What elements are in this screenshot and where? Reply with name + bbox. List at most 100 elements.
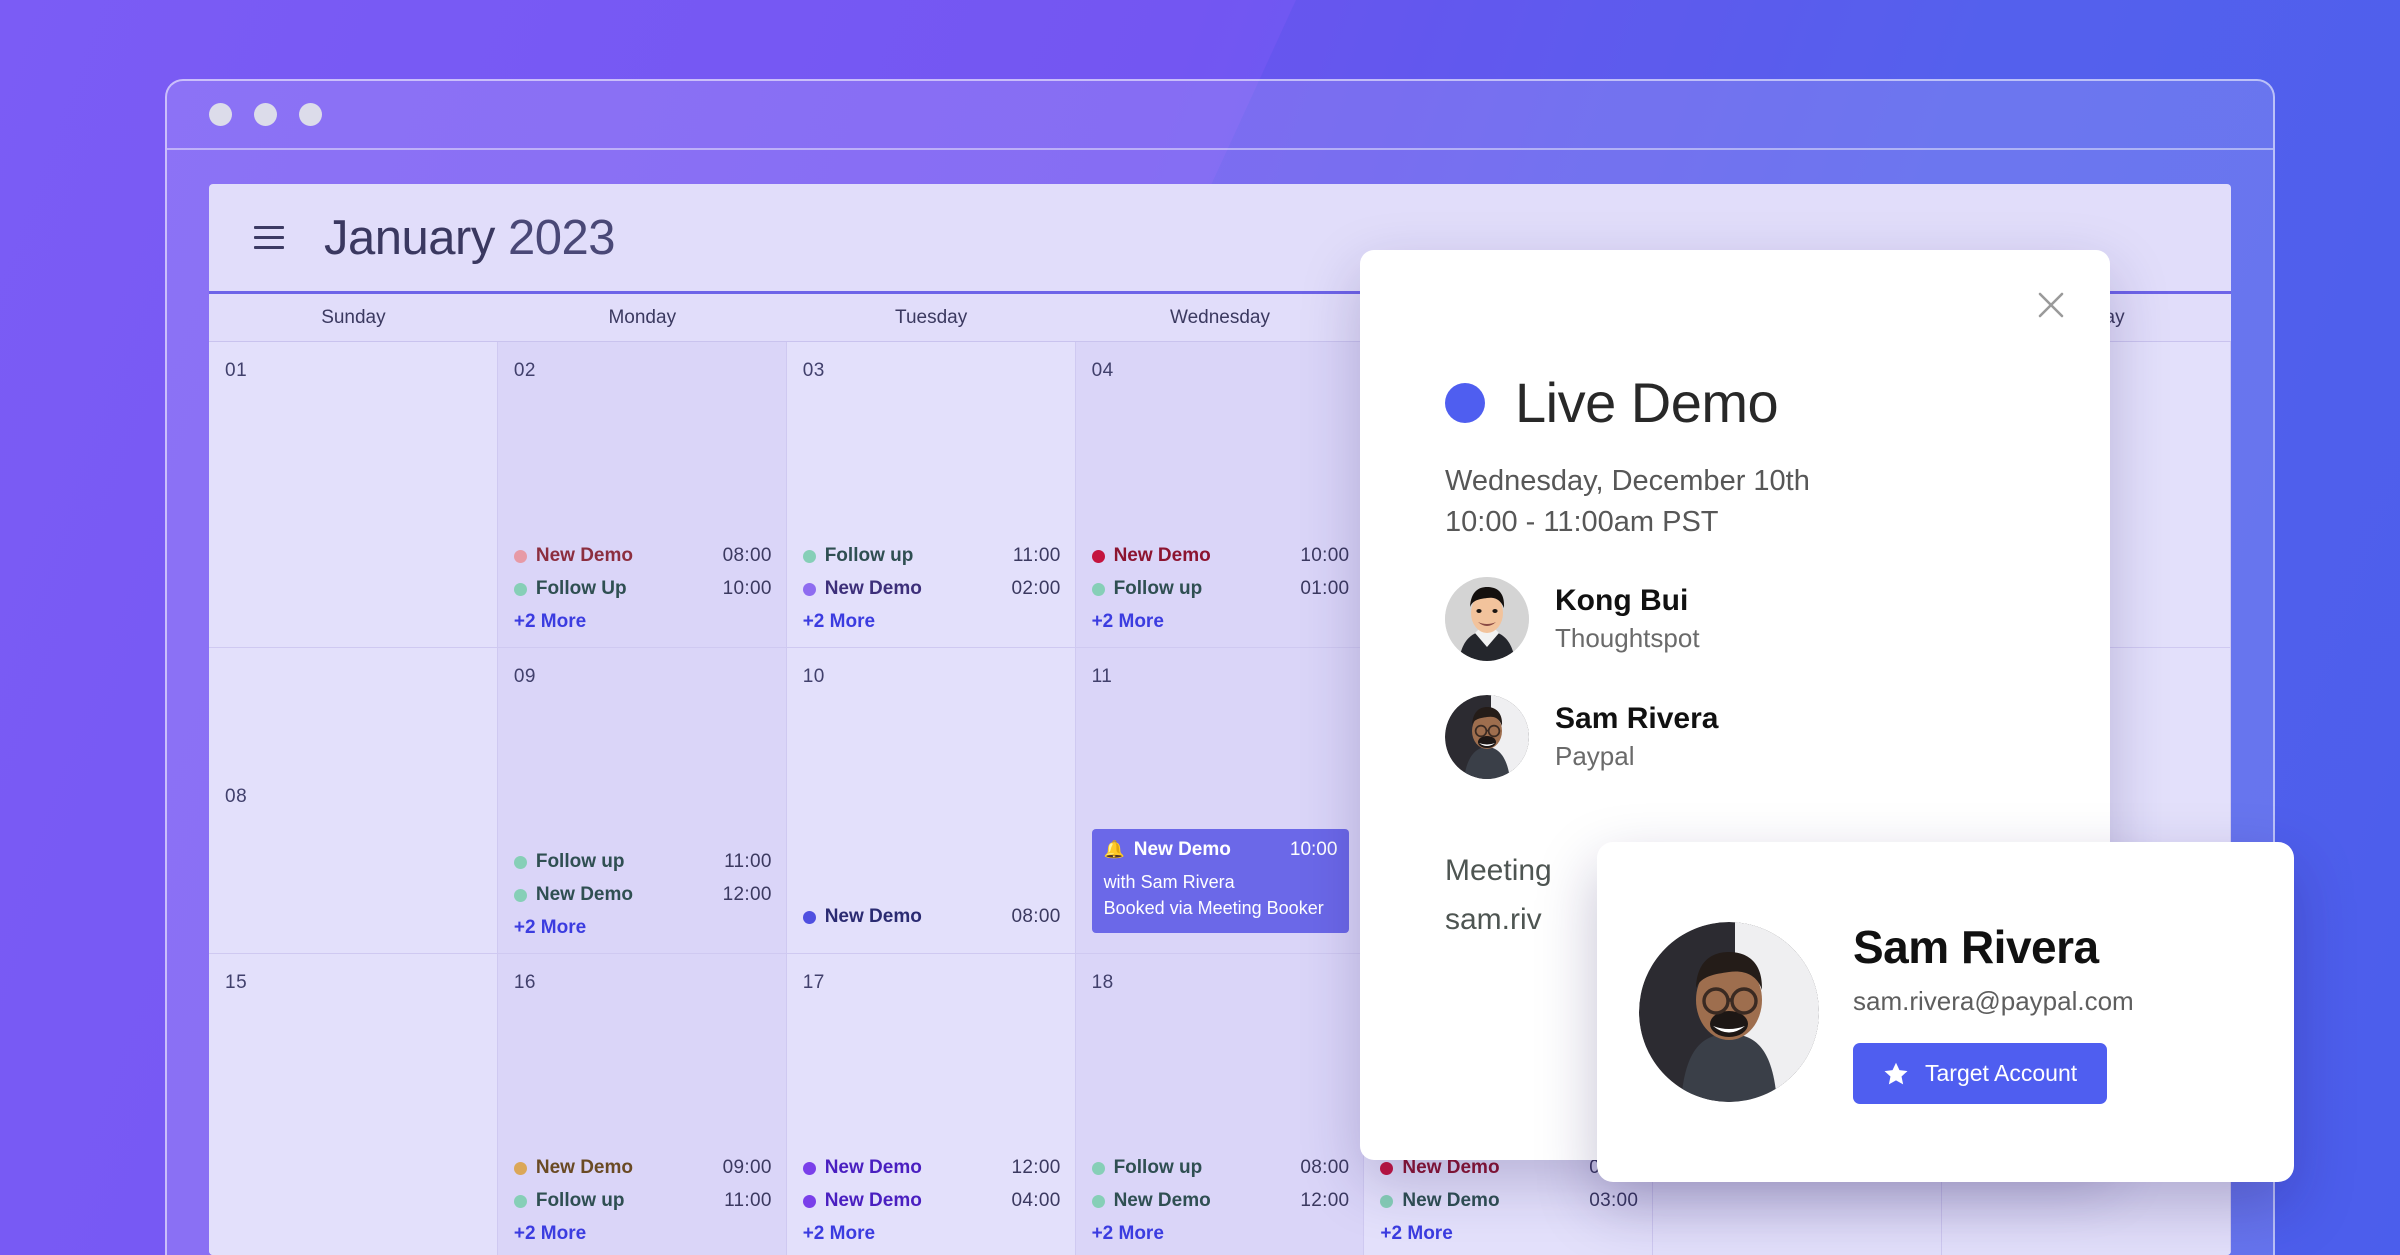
- calendar-day-cell[interactable]: 01: [209, 342, 498, 648]
- calendar-day-cell[interactable]: 08: [209, 648, 498, 954]
- calendar-event-list: Follow up 11:00 New Demo 12:00 +2 More: [513, 851, 772, 939]
- event-label: New Demo: [1402, 1157, 1500, 1178]
- calendar-day-number: 01: [225, 360, 248, 381]
- event-subtitle-1: with Sam Rivera: [1103, 871, 1235, 892]
- event-label: New Demo: [1133, 838, 1231, 860]
- calendar-day-cell[interactable]: 16 New Demo 09:00 Follow up 11:00 +2 More: [497, 954, 787, 1255]
- event-subtitle-2: Booked via Meeting Booker: [1103, 897, 1324, 918]
- calendar-event[interactable]: New Demo 12:00: [802, 1157, 1061, 1179]
- calendar-event[interactable]: Follow up 11:00: [802, 545, 1061, 567]
- event-color-dot-icon: [802, 1161, 816, 1175]
- calendar-event-list: Follow up 08:00 New Demo 12:00 +2 More: [1091, 1157, 1350, 1245]
- calendar-event[interactable]: New Demo 10:00: [1091, 545, 1350, 567]
- contact-email: sam.rivera@paypal.com: [1853, 986, 2134, 1016]
- event-label: New Demo: [824, 906, 922, 927]
- event-time: 04:00: [1011, 1190, 1061, 1211]
- calendar-day-cell[interactable]: 10 New Demo 08:00: [786, 648, 1076, 954]
- event-color-dot-icon: [1091, 1194, 1105, 1208]
- target-account-button-label: Target Account: [1925, 1060, 2078, 1086]
- target-account-button[interactable]: Target Account: [1853, 1043, 2108, 1104]
- calendar-more-events-link[interactable]: +2 More: [803, 611, 1061, 633]
- calendar-more-events-link[interactable]: +2 More: [514, 917, 772, 939]
- calendar-event[interactable]: New Demo 12:00: [513, 884, 772, 906]
- window-dot-close[interactable]: [209, 103, 232, 126]
- event-time: 08:00: [1011, 906, 1061, 927]
- event-time: 12:00: [1300, 1190, 1350, 1211]
- calendar-year-label: 2023: [507, 210, 616, 265]
- calendar-day-cell[interactable]: 03 Follow up 11:00 New Demo 02:00 +2 More: [786, 342, 1076, 648]
- close-icon[interactable]: [2034, 288, 2068, 322]
- calendar-day-cell[interactable]: 09 Follow up 11:00 New Demo 12:00 +2 More: [497, 648, 787, 954]
- calendar-event[interactable]: New Demo 08:00: [802, 906, 1061, 928]
- calendar-event[interactable]: New Demo 12:00: [1091, 1190, 1350, 1212]
- calendar-day-cell[interactable]: 11 🔔 New Demo 10:00 with Sam Rivera Booked vi…: [1075, 648, 1365, 954]
- calendar-more-events-link[interactable]: +2 More: [514, 611, 772, 633]
- calendar-day-number: 02: [513, 360, 536, 381]
- window-dot-minimize[interactable]: [254, 103, 277, 126]
- calendar-more-events-link[interactable]: +2 More: [1092, 1223, 1350, 1245]
- event-color-dot-icon: [1445, 382, 1485, 423]
- event-time: 10:00: [1300, 545, 1350, 566]
- event-label: New Demo: [824, 1157, 922, 1178]
- calendar-more-events-link[interactable]: +2 More: [514, 1223, 772, 1245]
- calendar-event-list: New Demo 10:00 Follow up 01:00 +2 More: [1091, 545, 1350, 633]
- avatar: [1639, 922, 1819, 1102]
- calendar-day-number: 18: [1091, 972, 1114, 993]
- calendar-day-number: 16: [513, 972, 536, 993]
- calendar-event[interactable]: Follow up 11:00: [513, 851, 772, 873]
- event-label: Follow up: [535, 851, 625, 872]
- calendar-event[interactable]: Follow up 11:00: [513, 1190, 772, 1212]
- event-time: 03:00: [1589, 1190, 1639, 1211]
- calendar-day-header: Tuesday: [895, 306, 968, 328]
- event-time: 08:00: [722, 545, 772, 566]
- calendar-selected-event[interactable]: 🔔 New Demo 10:00 with Sam Rivera Booked via …: [1091, 828, 1350, 933]
- attendee-name: Sam Rivera: [1555, 702, 1719, 736]
- event-time: 10:00: [1289, 838, 1338, 860]
- calendar-day-number: 03: [802, 360, 825, 381]
- event-label: Follow up: [824, 545, 914, 566]
- hamburger-menu-icon[interactable]: [254, 226, 284, 249]
- calendar-event[interactable]: Follow up 01:00: [1091, 578, 1350, 600]
- calendar-month-label: January: [324, 210, 495, 265]
- popup-attendee[interactable]: Sam Rivera Paypal: [1445, 695, 2110, 780]
- calendar-event[interactable]: New Demo 03:00: [1380, 1190, 1638, 1212]
- event-time: 12:00: [722, 884, 772, 905]
- calendar-day-cell[interactable]: 15: [209, 954, 498, 1255]
- popup-attendee[interactable]: Kong Bui Thoughtspot: [1445, 577, 2110, 662]
- attendee-name: Kong Bui: [1555, 584, 1689, 618]
- calendar-day-cell[interactable]: 02 New Demo 08:00 Follow Up 10:00 +2 More: [497, 342, 787, 648]
- event-time: 01:00: [1300, 578, 1350, 599]
- event-label: Follow up: [1113, 1157, 1203, 1178]
- calendar-day-number: 15: [225, 972, 248, 993]
- avatar: [1445, 577, 1529, 662]
- calendar-event[interactable]: New Demo 09:00: [513, 1157, 772, 1179]
- calendar-day-header: Wednesday: [1169, 306, 1270, 328]
- event-color-dot-icon: [513, 888, 527, 902]
- contact-name: Sam Rivera: [1853, 921, 2099, 973]
- calendar-event[interactable]: New Demo 08:00: [513, 545, 772, 567]
- window-dot-maximize[interactable]: [299, 103, 322, 126]
- contact-card: Sam Rivera sam.rivera@paypal.com Target …: [1597, 842, 2294, 1182]
- event-time: 09:00: [722, 1157, 772, 1178]
- event-label: New Demo: [1113, 545, 1211, 566]
- calendar-event[interactable]: New Demo 04:00: [802, 1190, 1061, 1212]
- event-color-dot-icon: [1091, 1161, 1105, 1175]
- calendar-event-list: New Demo 12:00 New Demo 04:00 +2 More: [802, 1157, 1061, 1245]
- popup-event-datetime: Wednesday, December 10th 10:00 - 11:00am…: [1445, 461, 2110, 543]
- calendar-more-events-link[interactable]: +2 More: [803, 1223, 1061, 1245]
- calendar-event[interactable]: Follow Up 10:00: [513, 578, 772, 600]
- calendar-more-events-link[interactable]: +2 More: [1380, 1223, 1638, 1245]
- star-icon: [1883, 1061, 1909, 1087]
- calendar-day-cell[interactable]: 04 New Demo 10:00 Follow up 01:00 +2 More: [1075, 342, 1365, 648]
- avatar: [1445, 695, 1529, 780]
- calendar-event[interactable]: Follow up 08:00: [1091, 1157, 1350, 1179]
- calendar-day-cell[interactable]: 18 Follow up 08:00 New Demo 12:00 +2 More: [1075, 954, 1365, 1255]
- calendar-more-events-link[interactable]: +2 More: [1092, 611, 1350, 633]
- event-label: New Demo: [1402, 1190, 1500, 1211]
- event-color-dot-icon: [513, 549, 527, 563]
- event-label: New Demo: [824, 578, 922, 599]
- calendar-event[interactable]: New Demo 02:00: [802, 578, 1061, 600]
- calendar-day-cell[interactable]: 17 New Demo 12:00 New Demo 04:00 +2 More: [786, 954, 1076, 1255]
- event-color-dot-icon: [1091, 549, 1105, 563]
- event-color-dot-icon: [1380, 1194, 1394, 1208]
